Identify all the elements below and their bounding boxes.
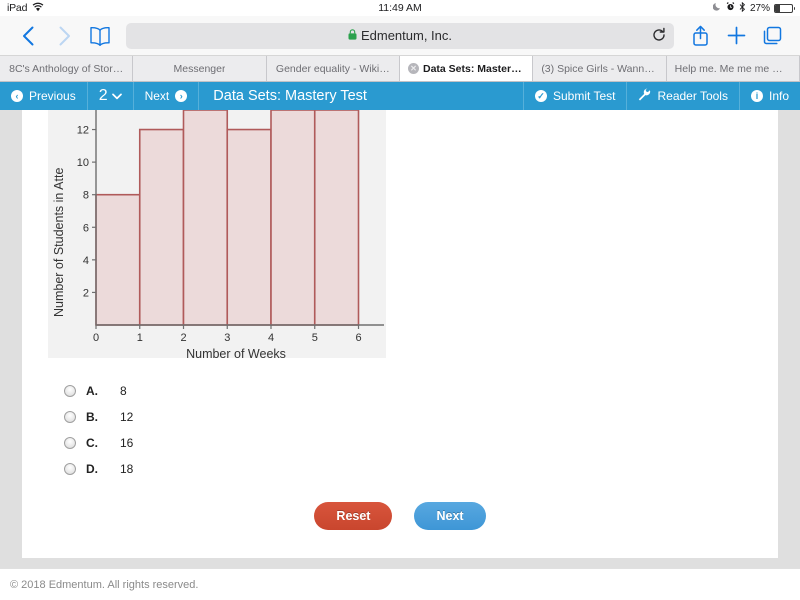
tab-strip: 8C's Anthology of Stor… Messenger Gender e…: [0, 56, 800, 82]
option-letter: A.: [86, 384, 98, 398]
x-tick-label: 2: [180, 332, 186, 344]
chevron-down-icon: [111, 87, 122, 105]
browser-tab[interactable]: (3) Spice Girls - Wanna…: [533, 56, 667, 81]
address-bar[interactable]: Edmentum, Inc.: [126, 22, 674, 49]
option-value: 12: [120, 410, 134, 424]
answer-options: A. 8 B. 12 C. 16 D. 18: [64, 378, 133, 482]
y-tick-label: 4: [83, 255, 89, 267]
x-tick-label: 4: [268, 332, 274, 344]
reload-icon[interactable]: [652, 27, 666, 44]
y-tick-label: 12: [77, 125, 89, 137]
browser-tab[interactable]: Messenger: [133, 56, 267, 81]
browser-tab[interactable]: Help me. Me me me m…: [666, 56, 800, 81]
y-tick-label: 6: [83, 222, 89, 234]
browser-tab-label: (3) Spice Girls - Wanna…: [541, 62, 658, 75]
option-value: 8: [120, 384, 127, 398]
x-tick-label: 5: [312, 332, 318, 344]
radio-button[interactable]: [64, 385, 76, 397]
toolbar-right-group: ✓ Submit Test Reader Tools i Info: [523, 82, 800, 110]
histogram-bar: [313, 110, 360, 326]
x-tick-label: 1: [137, 332, 143, 344]
next-button[interactable]: Next: [414, 502, 486, 530]
submit-test-button[interactable]: ✓ Submit Test: [523, 82, 626, 110]
submit-test-label: Submit Test: [553, 89, 616, 103]
reset-button[interactable]: Reset: [314, 502, 393, 530]
reader-tools-button[interactable]: Reader Tools: [626, 82, 739, 110]
y-tick-label: 8: [83, 190, 89, 202]
bookmarks-button[interactable]: [82, 20, 118, 52]
forward-button[interactable]: [46, 20, 82, 52]
histogram-bar: [95, 193, 141, 326]
page-number: 2: [98, 87, 108, 104]
browser-tab-label: 8C's Anthology of Stor…: [9, 62, 124, 75]
question-page: 2 4 6 8 10 12 0 1 2 3 4 5 6 Number of Weeks Number of …: [22, 110, 778, 558]
page-selector[interactable]: 2: [88, 82, 134, 110]
radio-button[interactable]: [64, 437, 76, 449]
answer-option[interactable]: A. 8: [64, 378, 133, 404]
option-letter: C.: [86, 436, 98, 450]
arrow-left-circle-icon: ‹: [11, 90, 23, 102]
content-area: 2 4 6 8 10 12 0 1 2 3 4 5 6 Number of Weeks Number of …: [0, 110, 800, 568]
option-value: 18: [120, 462, 134, 476]
check-circle-icon: ✓: [535, 90, 547, 102]
y-tick-label: 2: [83, 287, 89, 299]
histogram-bar: [138, 128, 185, 326]
lock-icon: [348, 28, 357, 43]
option-letter: B.: [86, 410, 98, 424]
info-button[interactable]: i Info: [738, 82, 800, 110]
browser-tab[interactable]: Gender equality - Wiki…: [266, 56, 400, 81]
browser-tab[interactable]: 8C's Anthology of Stor…: [0, 56, 134, 81]
answer-option[interactable]: B. 12: [64, 404, 133, 430]
battery-icon: [774, 3, 795, 13]
y-tick-label: 10: [77, 157, 89, 169]
histogram-svg: 246810120 1 2 3 4 5 6Number of WeeksNumber of …: [52, 110, 384, 358]
ios-status-bar: iPad 11:49 AM 27%: [0, 0, 800, 16]
copyright-text: © 2018 Edmentum. All rights reserved.: [10, 578, 199, 591]
option-value: 16: [120, 436, 134, 450]
histogram-bar: [270, 110, 316, 326]
next-button-toolbar[interactable]: Next ›: [134, 82, 200, 110]
x-axis-label: Number of Weeks: [186, 347, 286, 358]
histogram-chart: 2 4 6 8 10 12 0 1 2 3 4 5 6 Number of Weeks Number of …: [48, 110, 386, 358]
back-button[interactable]: [10, 20, 46, 52]
new-tab-button[interactable]: [718, 20, 754, 52]
next-label: Next: [144, 89, 170, 103]
option-letter: D.: [86, 462, 98, 476]
browser-tab-label: Help me. Me me me m…: [674, 62, 791, 75]
browser-tab-label: Messenger: [173, 62, 226, 75]
histogram-bar: [182, 110, 229, 326]
answer-option[interactable]: C. 16: [64, 430, 133, 456]
page-title: Data Sets: Mastery Test: [213, 88, 367, 104]
previous-button[interactable]: ‹ Previous: [0, 82, 88, 110]
previous-label: Previous: [29, 89, 76, 103]
browser-tab[interactable]: ✕ Data Sets: Mastery…: [399, 56, 534, 81]
info-circle-icon: i: [750, 90, 763, 102]
share-button[interactable]: [682, 20, 718, 52]
x-tick-label: 0: [93, 332, 99, 344]
arrow-right-circle-icon: ›: [175, 90, 188, 102]
y-axis-label: Number of Students in Atte: [52, 168, 66, 317]
radio-button[interactable]: [64, 463, 76, 475]
safari-toolbar: Edmentum, Inc.: [0, 16, 800, 56]
answer-option[interactable]: D. 18: [64, 456, 133, 482]
show-tabs-button[interactable]: [754, 20, 790, 52]
page-footer: © 2018 Edmentum. All rights reserved.: [0, 568, 800, 600]
radio-button[interactable]: [64, 411, 76, 423]
action-buttons: Reset Next: [22, 502, 778, 530]
browser-tab-label: Gender equality - Wiki…: [275, 62, 390, 75]
browser-tab-label: Data Sets: Mastery…: [422, 62, 525, 75]
close-icon[interactable]: ✕: [407, 63, 419, 74]
status-bar-clock: 11:49 AM: [378, 2, 422, 14]
histogram-bar: [226, 128, 272, 326]
assessment-toolbar: ‹ Previous 2 Next › Data Sets: Mastery T…: [0, 82, 800, 110]
x-tick-label: 6: [355, 332, 361, 344]
x-tick-label: 3: [224, 332, 230, 344]
wrench-icon: [638, 88, 651, 104]
info-label: Info: [768, 89, 789, 103]
reader-tools-label: Reader Tools: [657, 89, 728, 103]
url-text: Edmentum, Inc.: [360, 28, 453, 43]
